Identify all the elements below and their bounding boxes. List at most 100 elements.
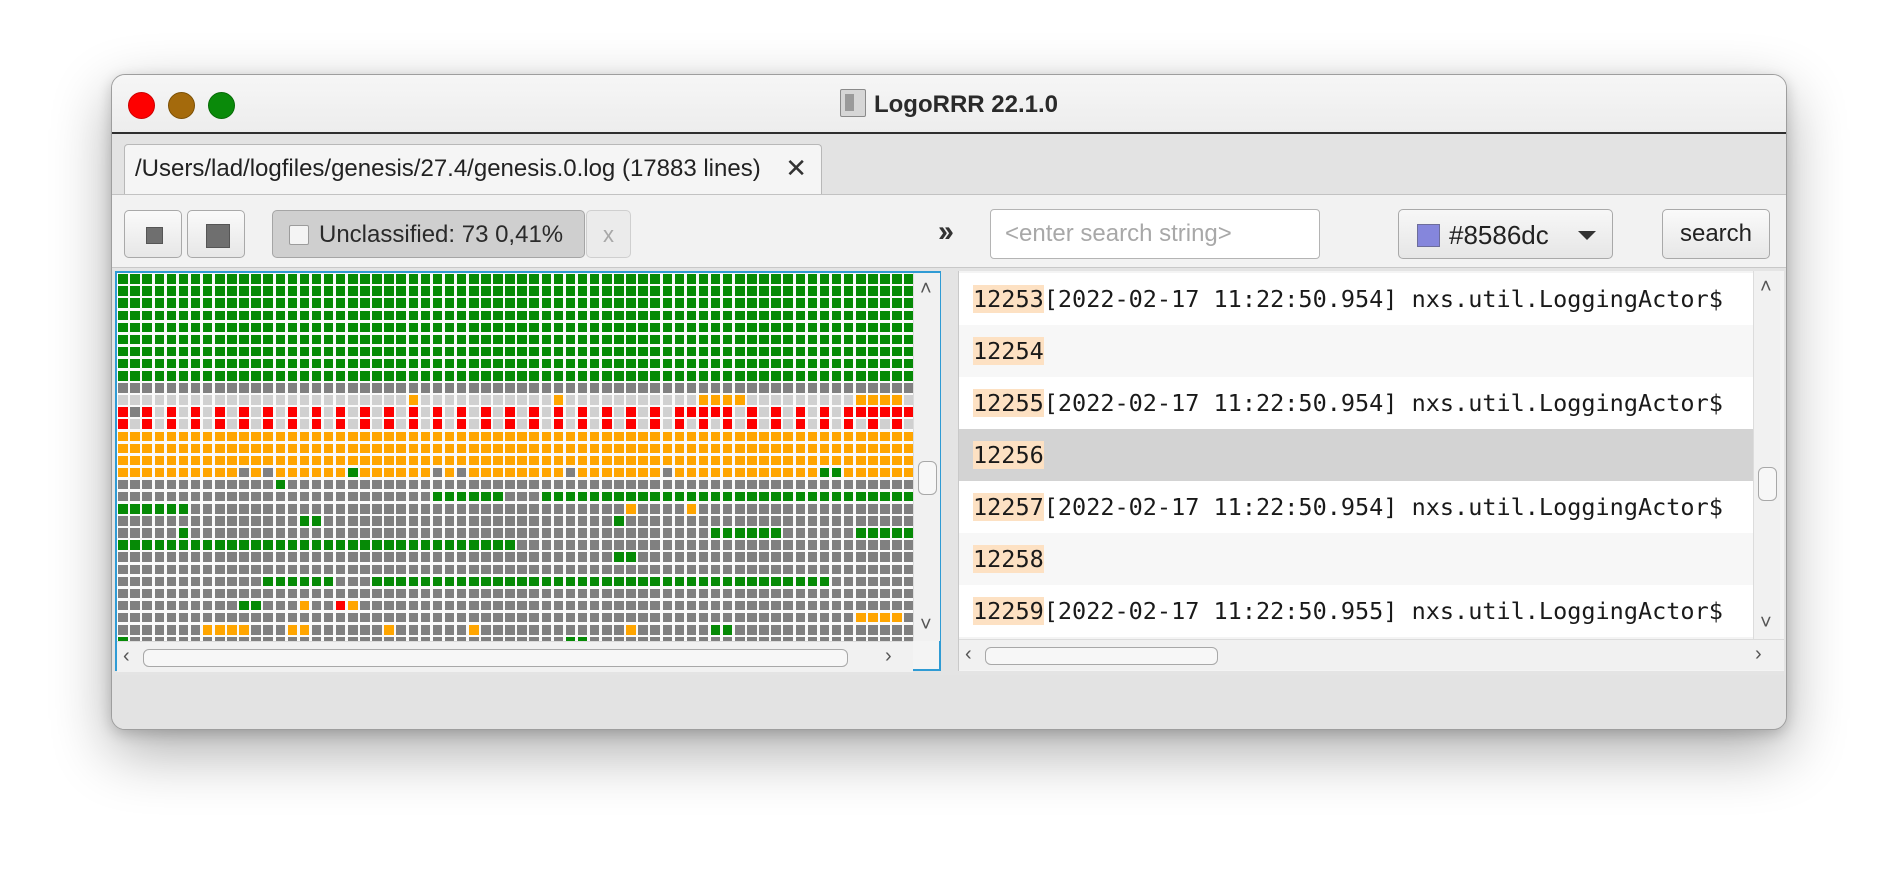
log-square-unclassified[interactable] — [251, 383, 261, 393]
log-square-warn[interactable] — [348, 431, 358, 442]
log-square-info[interactable] — [674, 346, 685, 357]
log-square-unclassified[interactable] — [565, 612, 576, 623]
log-square-unclassified[interactable] — [456, 625, 467, 635]
log-square-unclassified[interactable] — [178, 625, 189, 635]
log-square-unclassified[interactable] — [372, 564, 382, 575]
log-square-empty[interactable] — [493, 407, 503, 417]
log-square-empty[interactable] — [335, 395, 346, 405]
log-square-info[interactable] — [735, 576, 745, 587]
log-square-error[interactable] — [747, 419, 757, 429]
log-square-unclassified[interactable] — [674, 504, 685, 514]
log-square-info[interactable] — [396, 322, 406, 333]
log-square-unclassified[interactable] — [420, 625, 431, 635]
log-square-unclassified[interactable] — [311, 612, 322, 623]
log-square-warn[interactable] — [674, 467, 685, 478]
log-square-unclassified[interactable] — [469, 600, 479, 611]
log-square-info[interactable] — [602, 358, 612, 369]
log-square-info[interactable] — [505, 334, 515, 345]
log-square-info[interactable] — [674, 491, 685, 502]
log-square-info[interactable] — [771, 286, 781, 296]
log-square-error[interactable] — [384, 419, 394, 429]
log-square-unclassified[interactable] — [686, 564, 697, 575]
log-square-empty[interactable] — [130, 419, 140, 429]
log-square-warn[interactable] — [735, 395, 745, 405]
log-square-unclassified[interactable] — [142, 576, 152, 587]
log-square-info[interactable] — [166, 358, 177, 369]
log-square-empty[interactable] — [178, 419, 189, 429]
log-square-info[interactable] — [420, 286, 431, 296]
log-square-unclassified[interactable] — [577, 479, 588, 490]
log-square-unclassified[interactable] — [856, 588, 866, 599]
log-square-empty[interactable] — [831, 395, 842, 405]
log-square-info[interactable] — [868, 346, 878, 357]
log-square-unclassified[interactable] — [481, 504, 491, 514]
log-square-unclassified[interactable] — [263, 528, 273, 538]
log-square-info[interactable] — [747, 286, 757, 296]
log-square-unclassified[interactable] — [227, 600, 237, 611]
log-square-unclassified[interactable] — [456, 467, 467, 478]
log-square-unclassified[interactable] — [481, 600, 491, 611]
log-square-info[interactable] — [759, 491, 769, 502]
log-square-unclassified[interactable] — [251, 491, 261, 502]
log-square-info[interactable] — [856, 346, 866, 357]
log-square-warn[interactable] — [638, 467, 648, 478]
log-square-unclassified[interactable] — [831, 479, 842, 490]
log-square-info[interactable] — [287, 576, 298, 587]
log-square-info[interactable] — [396, 310, 406, 321]
log-square-warn[interactable] — [154, 455, 165, 466]
log-square-info[interactable] — [299, 540, 310, 550]
log-square-info[interactable] — [614, 286, 624, 296]
log-square-info[interactable] — [722, 310, 733, 321]
log-square-warn[interactable] — [589, 431, 600, 442]
log-square-warn[interactable] — [650, 443, 660, 454]
log-square-info[interactable] — [589, 298, 600, 308]
log-square-warn[interactable] — [299, 600, 310, 611]
log-square-warn[interactable] — [553, 395, 564, 405]
log-square-info[interactable] — [783, 334, 793, 345]
log-square-unclassified[interactable] — [396, 383, 406, 393]
log-square-unclassified[interactable] — [880, 600, 890, 611]
log-square-unclassified[interactable] — [747, 383, 757, 393]
log-square-info[interactable] — [795, 274, 806, 284]
log-square-warn[interactable] — [215, 625, 225, 635]
log-square-warn[interactable] — [202, 455, 213, 466]
log-square-warn[interactable] — [710, 431, 721, 442]
log-square-info[interactable] — [638, 334, 648, 345]
log-square-info[interactable] — [686, 310, 697, 321]
log-square-warn[interactable] — [892, 431, 902, 442]
log-square-unclassified[interactable] — [299, 612, 310, 623]
log-square-unclassified[interactable] — [553, 625, 564, 635]
log-square-info[interactable] — [481, 334, 491, 345]
log-square-unclassified[interactable] — [444, 479, 455, 490]
log-square-unclassified[interactable] — [602, 600, 612, 611]
log-square-warn[interactable] — [239, 431, 249, 442]
log-square-warn[interactable] — [807, 431, 818, 442]
log-square-unclassified[interactable] — [759, 540, 769, 550]
log-square-warn[interactable] — [722, 431, 733, 442]
log-square-error[interactable] — [868, 419, 878, 429]
log-square-unclassified[interactable] — [698, 625, 709, 635]
log-square-unclassified[interactable] — [215, 564, 225, 575]
log-square-empty[interactable] — [227, 407, 237, 417]
log-square-unclassified[interactable] — [239, 479, 249, 490]
log-square-unclassified[interactable] — [469, 383, 479, 393]
log-square-unclassified[interactable] — [335, 528, 346, 538]
log-square-unclassified[interactable] — [384, 479, 394, 490]
log-square-unclassified[interactable] — [819, 540, 830, 550]
log-square-info[interactable] — [190, 334, 201, 345]
log-square-warn[interactable] — [541, 431, 552, 442]
log-square-unclassified[interactable] — [856, 576, 866, 587]
log-square-unclassified[interactable] — [710, 383, 721, 393]
log-square-unclassified[interactable] — [529, 540, 539, 550]
log-square-info[interactable] — [275, 479, 286, 490]
log-square-unclassified[interactable] — [348, 479, 358, 490]
log-square-unclassified[interactable] — [202, 479, 213, 490]
log-square-info[interactable] — [239, 274, 249, 284]
log-square-unclassified[interactable] — [686, 540, 697, 550]
log-square-unclassified[interactable] — [868, 576, 878, 587]
log-square-warn[interactable] — [481, 467, 491, 478]
log-square-unclassified[interactable] — [251, 552, 261, 562]
log-square-info[interactable] — [505, 371, 515, 381]
log-square-unclassified[interactable] — [420, 528, 431, 538]
log-square-unclassified[interactable] — [360, 516, 370, 526]
